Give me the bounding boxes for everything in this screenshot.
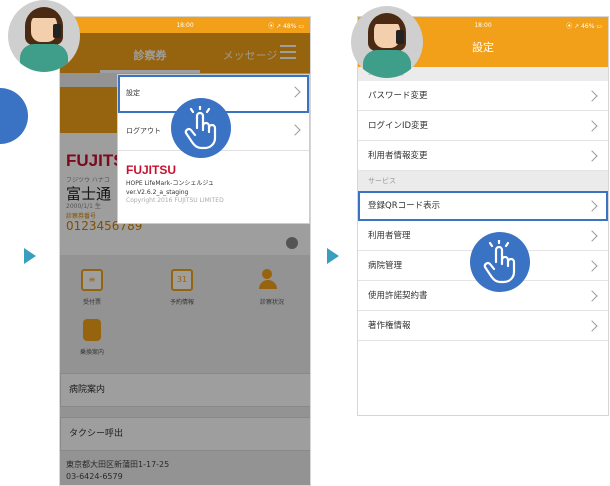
settings-item-login-id[interactable]: ログインID変更 (358, 111, 608, 141)
chevron-right-icon (586, 120, 598, 132)
chevron-right-icon (586, 230, 598, 242)
chevron-right-icon (586, 90, 598, 102)
user-avatar (351, 6, 423, 78)
user-avatar (8, 0, 80, 72)
partial-circle-marker (0, 88, 28, 144)
fujitsu-logo: FUJITSU (126, 163, 177, 177)
app-version-info: HOPE LifeMark-コンシェルジュ ver.V2.6.2_a_stagi… (126, 180, 214, 196)
status-indicators: ⦿ ↗ 46% ▭ (566, 22, 602, 30)
tap-hand-icon (171, 98, 231, 158)
settings-item-user-info[interactable]: 利用者情報変更 (358, 141, 608, 171)
settings-item-copyright[interactable]: 著作権情報 (358, 311, 608, 341)
step-arrow-icon (24, 248, 36, 264)
chevron-right-icon (586, 200, 598, 212)
settings-item-password[interactable]: パスワード変更 (358, 81, 608, 111)
status-indicators: ⦿ ↗ 48% ▭ (268, 22, 304, 30)
status-bar: 18:00 ⦿ ↗ 48% ▭ (60, 17, 310, 33)
copyright-text: Copyright 2016 FUJITSU LIMITED (126, 197, 224, 204)
tap-hand-icon (470, 232, 530, 292)
step-arrow-icon (327, 248, 339, 264)
status-time: 18:00 (474, 21, 492, 29)
section-header-service: サービス (358, 171, 608, 191)
chevron-right-icon (586, 260, 598, 272)
chevron-right-icon (289, 86, 301, 98)
status-time: 18:00 (176, 21, 194, 29)
settings-item-qr-code[interactable]: 登録QRコード表示 (358, 191, 608, 221)
chevron-right-icon (289, 124, 301, 136)
chevron-right-icon (586, 290, 598, 302)
chevron-right-icon (586, 320, 598, 332)
chevron-right-icon (586, 150, 598, 162)
